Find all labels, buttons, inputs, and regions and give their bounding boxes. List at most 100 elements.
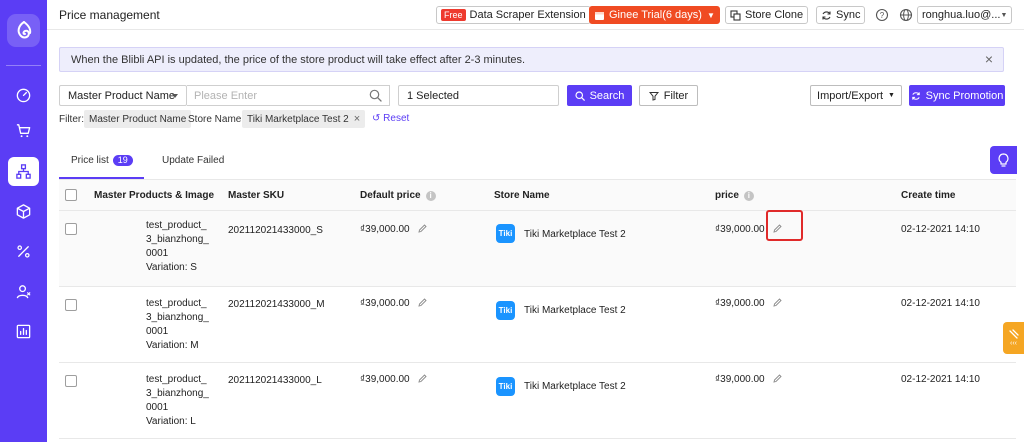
header-price-label: price (715, 190, 739, 201)
product-variation: Variation: S (146, 262, 197, 273)
search-button[interactable]: Search (567, 85, 632, 106)
filter-chip-field-label: Master Product Name (89, 113, 187, 125)
select-all-checkbox[interactable] (65, 189, 77, 201)
close-icon[interactable]: × (354, 113, 360, 125)
create-time: 02-12-2021 14:10 (901, 298, 980, 309)
header-product: Master Products & Image (94, 190, 215, 201)
create-time: 02-12-2021 14:10 (901, 224, 980, 235)
store-name: Tiki Marketplace Test 2 (524, 381, 626, 392)
search-input[interactable] (187, 85, 390, 106)
product-name-line: 3_bianzhong_ (146, 234, 209, 245)
store-select-value: 1 Selected (407, 89, 459, 102)
pencil-icon[interactable] (418, 298, 428, 307)
chart-icon[interactable] (8, 317, 39, 346)
sync-promotion-label: Sync Promotion (925, 89, 1004, 102)
product-name: test_product_ 3_bianzhong_ 0001 Variatio… (146, 297, 209, 353)
dashboard-icon[interactable] (8, 80, 39, 109)
trial-label: Ginee Trial(6 days) (609, 9, 702, 21)
data-scraper-button[interactable]: Free Data Scraper Extension (436, 6, 591, 24)
highlight-box (766, 210, 803, 241)
store-price: ₫39,000.00 (715, 298, 783, 309)
sitemap-icon[interactable] (8, 157, 39, 186)
default-price-value: ₫39,000.00 (360, 224, 410, 235)
search-button-label: Search (589, 89, 625, 102)
help-icon[interactable]: ? (875, 8, 889, 22)
tiki-logo: Tiki (496, 377, 515, 396)
tab-count-badge: 19 (112, 155, 133, 166)
reset-link[interactable]: ↺ Reset (372, 113, 409, 124)
store-name: Tiki Marketplace Test 2 (524, 305, 626, 316)
store-price-value: ₫39,000.00 (715, 298, 765, 309)
product-name-line: test_product_ (146, 220, 207, 231)
tiki-logo: Tiki (496, 301, 515, 320)
info-icon[interactable]: i (743, 190, 754, 201)
filter-icon (648, 91, 659, 101)
store-select[interactable]: 1 Selected (398, 85, 559, 106)
header-default-price-label: Default price (360, 190, 421, 201)
globe-icon[interactable] (899, 8, 913, 22)
default-price-value: ₫39,000.00 (360, 374, 410, 385)
search-icon (574, 90, 585, 101)
sync-label: Sync (836, 9, 861, 21)
data-scraper-label: Data Scraper Extension (469, 9, 586, 21)
sync-icon (822, 10, 831, 20)
header-sku: Master SKU (228, 190, 285, 201)
cart-icon[interactable] (8, 116, 39, 145)
side-helper-tab[interactable]: ‹‹‹ (1003, 322, 1024, 354)
tab-update-failed-label: Update Failed (162, 155, 225, 166)
top-bar: Price management Free Data Scraper Exten… (47, 0, 1024, 30)
pencil-icon[interactable] (418, 224, 428, 233)
users-icon[interactable] (8, 277, 39, 306)
row-checkbox[interactable] (65, 375, 77, 387)
tab-price-list[interactable]: Price list 19 (71, 155, 133, 166)
pencil-icon[interactable] (773, 298, 783, 307)
search-field-value: Master Product Name (68, 89, 175, 102)
search-field-select[interactable]: Master Product Name (59, 85, 187, 106)
api-notice: When the Blibli API is updated, the pric… (59, 47, 1004, 72)
store-price: ₫39,000.00 (715, 374, 783, 385)
product-name: test_product_ 3_bianzhong_ 0001 Variatio… (146, 219, 209, 275)
filter-button-label: Filter (663, 89, 689, 102)
page-title: Price management (59, 8, 160, 22)
svg-text:?: ? (880, 11, 885, 20)
master-sku: 202112021433000_S (228, 225, 323, 236)
sidebar-divider (6, 65, 41, 66)
calendar-icon (595, 11, 604, 20)
store-clone-label: Store Clone (745, 9, 804, 21)
store-clone-icon (730, 9, 741, 21)
user-label: ronghua.luo@... (922, 9, 1001, 21)
pencil-icon[interactable] (418, 374, 428, 383)
import-export-button[interactable]: Import/Export ▼ (810, 85, 902, 106)
product-name-line: 0001 (146, 402, 169, 413)
lightbulb-icon[interactable] (990, 146, 1017, 174)
sync-button[interactable]: Sync (816, 6, 866, 24)
default-price: ₫39,000.00 (360, 374, 428, 385)
store-clone-button[interactable]: Store Clone (725, 6, 809, 24)
pencil-icon[interactable] (773, 374, 783, 383)
header-create-time: Create time (901, 190, 956, 201)
sync-icon (911, 91, 920, 100)
search-icon[interactable] (369, 89, 382, 102)
trial-button[interactable]: Ginee Trial(6 days) ▼ (589, 6, 720, 24)
product-name-line: 3_bianzhong_ (146, 388, 209, 399)
tab-update-failed[interactable]: Update Failed (162, 155, 224, 166)
logo-icon[interactable] (7, 14, 40, 47)
master-sku: 202112021433000_M (228, 299, 325, 310)
percent-icon[interactable] (8, 237, 39, 266)
chevron-left-icon: ‹‹‹ (1010, 339, 1017, 347)
default-price-value: ₫39,000.00 (360, 298, 410, 309)
product-name: test_product_ 3_bianzhong_ 0001 Variatio… (146, 373, 209, 429)
box-icon[interactable] (8, 197, 39, 226)
close-icon[interactable]: × (985, 52, 993, 66)
reset-icon: ↺ (372, 113, 381, 124)
sync-promotion-button[interactable]: Sync Promotion (909, 85, 1005, 106)
filter-button[interactable]: Filter (639, 85, 698, 106)
filter-label: Filter: (59, 114, 84, 125)
user-menu[interactable]: ronghua.luo@... ▼ (917, 6, 1012, 24)
row-checkbox[interactable] (65, 299, 77, 311)
product-name-line: 0001 (146, 326, 169, 337)
product-name-line: test_product_ (146, 374, 207, 385)
info-icon[interactable]: i (425, 190, 436, 201)
import-export-label: Import/Export (817, 89, 884, 102)
row-checkbox[interactable] (65, 223, 77, 235)
